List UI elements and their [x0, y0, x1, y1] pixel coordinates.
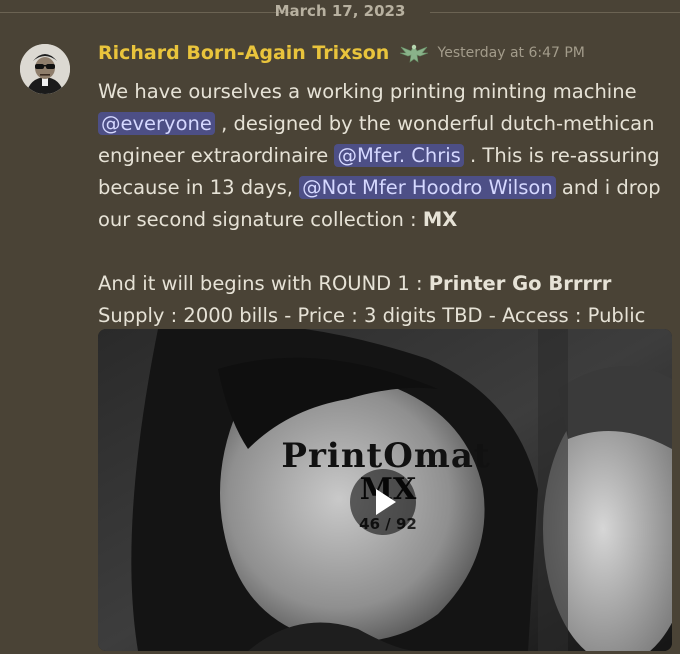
divider-line-right	[430, 12, 680, 13]
message-text: We have ourselves a working printing min…	[98, 80, 637, 103]
collection-name-bold: MX	[422, 208, 458, 231]
chat-message: Richard Born-Again Trixson Yesterday at …	[0, 36, 680, 654]
message-content: We have ourselves a working printing min…	[98, 76, 670, 332]
message-paragraph-1: We have ourselves a working printing min…	[98, 76, 670, 236]
play-icon	[376, 489, 396, 515]
avatar[interactable]	[20, 44, 70, 94]
supply-details-text: Supply : 2000 bills - Price : 3 digits T…	[98, 304, 646, 327]
video-embed[interactable]: PrintOmat MX 46 / 92	[98, 329, 672, 651]
play-button[interactable]	[350, 469, 416, 535]
message-paragraph-3: Supply : 2000 bills - Price : 3 digits T…	[98, 300, 670, 332]
eagle-emblem-icon[interactable]	[398, 42, 430, 64]
round-intro-text: And it will begins with ROUND 1 :	[98, 272, 429, 295]
video-overlay-title: PrintOmat	[281, 436, 491, 476]
round-name-bold: Printer Go Brrrrr	[428, 272, 612, 295]
mention-not-mfer-hoodro-wilson[interactable]: @Not Mfer Hoodro Wilson	[299, 176, 556, 199]
message-header: Richard Born-Again Trixson Yesterday at …	[98, 42, 585, 70]
date-divider-text: March 17, 2023	[274, 2, 406, 20]
date-divider: March 17, 2023	[0, 0, 680, 26]
avatar-portrait-icon	[20, 44, 70, 94]
message-timestamp[interactable]: Yesterday at 6:47 PM	[438, 45, 585, 61]
mention-everyone[interactable]: @everyone	[98, 112, 215, 135]
mention-mfer-chris[interactable]: @Mfer. Chris	[334, 144, 464, 167]
author-username[interactable]: Richard Born-Again Trixson	[98, 42, 389, 64]
message-paragraph-2: And it will begins with ROUND 1 : Printe…	[98, 268, 670, 300]
